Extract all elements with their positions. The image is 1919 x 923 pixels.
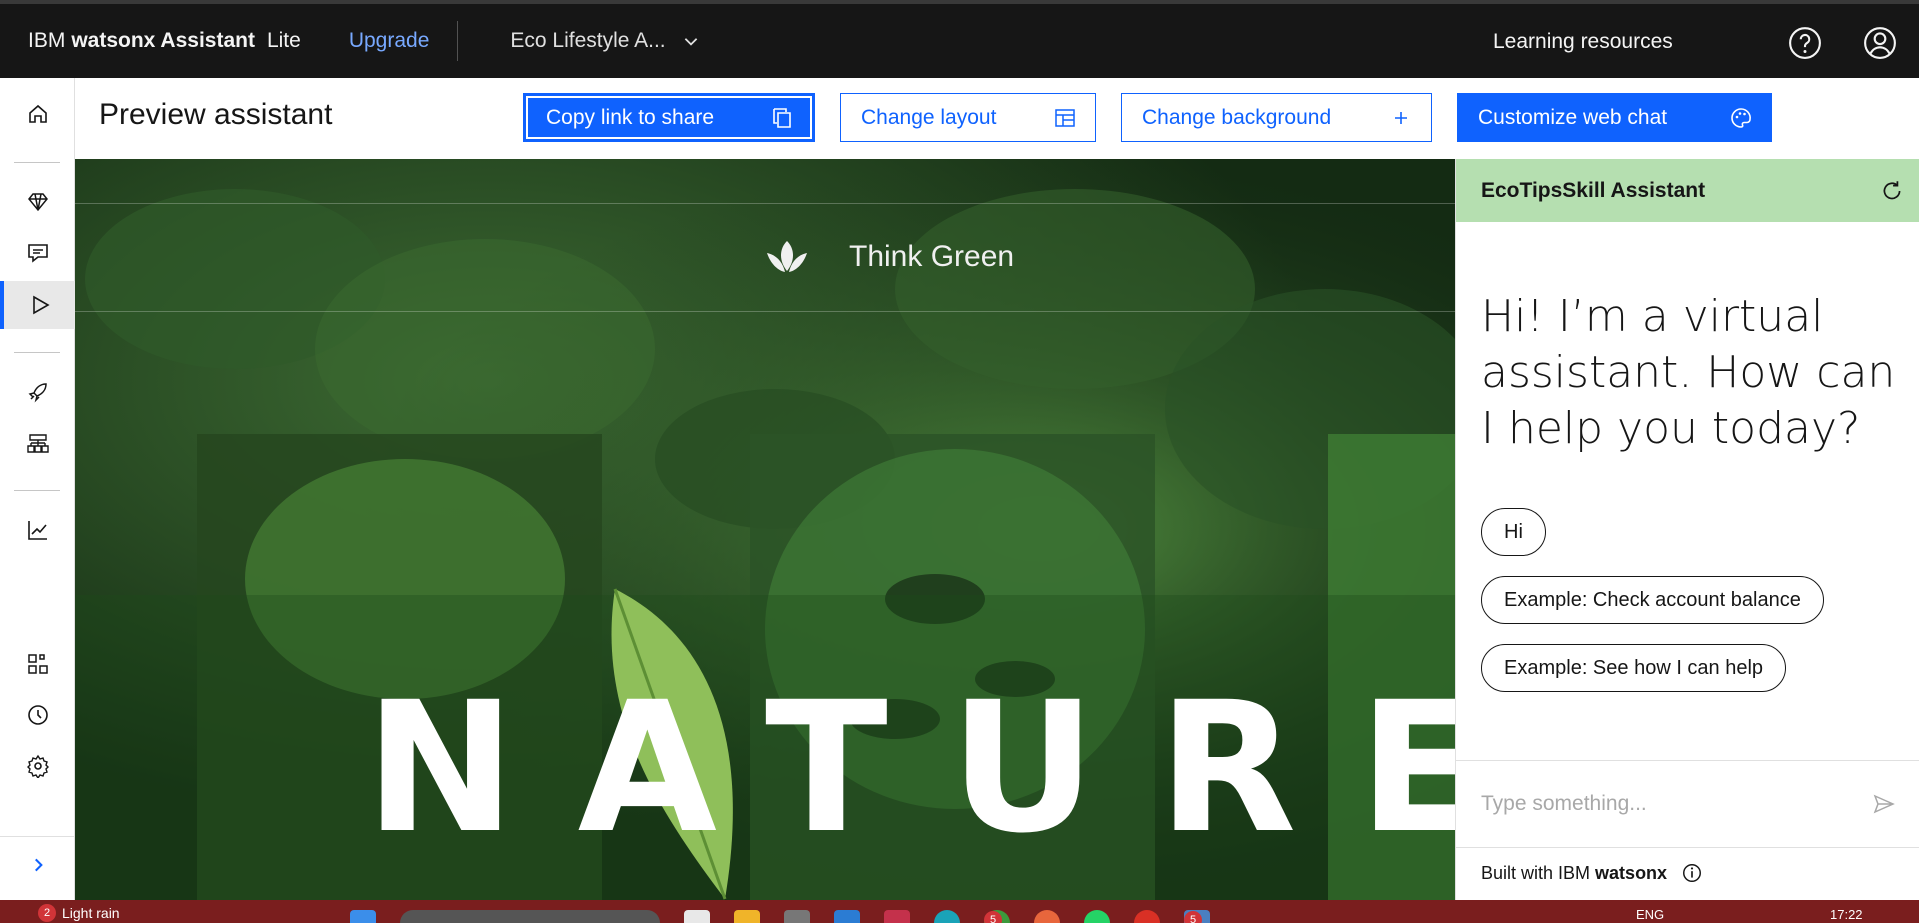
top-bar: IBM watsonx Assistant Lite Upgrade Eco L…: [0, 0, 1919, 78]
calendar-icon[interactable]: [884, 910, 910, 923]
chat-option-check-balance[interactable]: Example: Check account balance: [1481, 576, 1824, 624]
nav-preview[interactable]: [0, 281, 75, 329]
edge-icon[interactable]: [934, 910, 960, 923]
flow-icon: [26, 434, 49, 453]
copy-link-label: Copy link to share: [546, 105, 715, 129]
chat-message-input[interactable]: [1481, 792, 1872, 816]
whatsapp-icon[interactable]: [1084, 910, 1110, 923]
leaf-logo-icon: [767, 241, 807, 272]
brand-product-name: watsonx Assistant: [71, 29, 255, 52]
built-with-footer: Built with IBM watsonx: [1481, 862, 1703, 884]
chat-icon: [27, 244, 48, 263]
divider-line: [75, 311, 1455, 312]
os-taskbar: 2 Light rain 5 5 ENG 17:22: [0, 900, 1919, 923]
home-icon: [28, 104, 47, 123]
folder-icon[interactable]: [734, 910, 760, 923]
chat-option-hi[interactable]: Hi: [1481, 508, 1546, 556]
customize-label: Customize web chat: [1478, 105, 1668, 129]
nav-integrations[interactable]: [0, 640, 75, 688]
app-icon[interactable]: [784, 910, 810, 923]
nav-conversations[interactable]: [0, 229, 75, 277]
site-brand: Think Green: [765, 239, 1014, 275]
nav-divider: [14, 162, 60, 163]
copy-link-button[interactable]: Copy link to share: [523, 93, 815, 142]
copy-icon: [773, 107, 791, 128]
nav-divider: [14, 490, 60, 491]
app-icon[interactable]: [834, 910, 860, 923]
app-badge: 5: [984, 911, 1002, 923]
taskbar-apps: 5 5: [350, 910, 1210, 923]
app-icon[interactable]: [1134, 910, 1160, 923]
info-icon[interactable]: [1681, 862, 1703, 884]
clock[interactable]: 17:22: [1830, 907, 1863, 922]
play-icon: [32, 295, 50, 315]
send-icon[interactable]: [1872, 792, 1896, 816]
chevron-right-icon: [34, 858, 43, 871]
settings-icon: [26, 754, 49, 778]
change-background-label: Change background: [1142, 105, 1332, 129]
app-icon[interactable]: 5: [1184, 910, 1210, 923]
refresh-icon[interactable]: [1879, 178, 1905, 204]
analytics-icon: [27, 521, 47, 540]
app-badge: 5: [1184, 911, 1202, 923]
notification-badge: 2: [38, 904, 56, 922]
preview-toolbar: Preview assistant Copy link to share Cha…: [75, 78, 1919, 159]
file-icon[interactable]: [684, 910, 710, 923]
expand-nav-button[interactable]: [0, 836, 75, 892]
hero-text: NATURE: [365, 664, 1455, 873]
learning-resources-link[interactable]: Learning resources: [1493, 30, 1673, 54]
plus-icon: [1395, 111, 1407, 124]
brand-plan: Lite: [266, 29, 301, 52]
nav-environments[interactable]: [0, 420, 75, 468]
nav-activity[interactable]: [0, 691, 75, 739]
site-brand-text: Think Green: [849, 240, 1015, 273]
chat-input-area: [1456, 760, 1919, 848]
change-layout-label: Change layout: [861, 105, 997, 129]
nav-home[interactable]: [0, 90, 75, 138]
brand-ibm: IBM: [28, 29, 66, 52]
taskbar-search[interactable]: [400, 910, 660, 923]
weather-text: Light rain: [62, 905, 120, 921]
nav-divider: [14, 352, 60, 353]
header-divider: [457, 21, 459, 61]
built-with-text: Built with IBM watsonx: [1481, 862, 1668, 883]
product-brand[interactable]: IBM watsonx Assistant Lite: [28, 29, 301, 53]
divider-line: [75, 203, 1455, 204]
change-layout-button[interactable]: Change layout: [840, 93, 1096, 142]
chat-title: EcoTipsSkill Assistant: [1481, 178, 1706, 202]
layout-icon: [1055, 108, 1075, 127]
user-avatar-icon[interactable]: [1863, 26, 1897, 60]
nav-actions[interactable]: [0, 178, 75, 226]
chat-greeting: Hi! I’m a virtual assistant. How can I h…: [1481, 291, 1896, 454]
chevron-down-icon: [684, 38, 697, 46]
app-icon[interactable]: [1034, 910, 1060, 923]
web-chat-panel: EcoTipsSkill Assistant Hi! I’m a virtual…: [1455, 159, 1919, 900]
preview-background: Think Green NATURE: [75, 159, 1455, 900]
language-indicator[interactable]: ENG: [1636, 907, 1664, 922]
weather-widget[interactable]: 2 Light rain: [38, 904, 120, 922]
chrome-icon[interactable]: 5: [984, 910, 1010, 923]
palette-icon: [1731, 107, 1751, 128]
change-background-button[interactable]: Change background: [1121, 93, 1432, 142]
page-title: Preview assistant: [99, 98, 333, 131]
customize-web-chat-button[interactable]: Customize web chat: [1457, 93, 1772, 142]
assistant-switcher[interactable]: Eco Lifestyle A...: [510, 29, 699, 53]
upgrade-link[interactable]: Upgrade: [349, 29, 430, 53]
start-icon[interactable]: [350, 910, 376, 923]
side-navigation: [0, 78, 75, 900]
integrations-icon: [27, 654, 48, 674]
rocket-icon: [28, 383, 47, 403]
nav-settings[interactable]: [0, 742, 75, 790]
diamond-icon: [27, 193, 48, 212]
history-icon: [27, 705, 48, 725]
nav-publish[interactable]: [0, 368, 75, 416]
chat-header: EcoTipsSkill Assistant: [1456, 159, 1919, 222]
assistant-name: Eco Lifestyle A...: [510, 29, 666, 52]
nav-analyze[interactable]: [0, 506, 75, 554]
help-icon[interactable]: [1788, 26, 1822, 60]
chat-option-see-help[interactable]: Example: See how I can help: [1481, 644, 1787, 692]
